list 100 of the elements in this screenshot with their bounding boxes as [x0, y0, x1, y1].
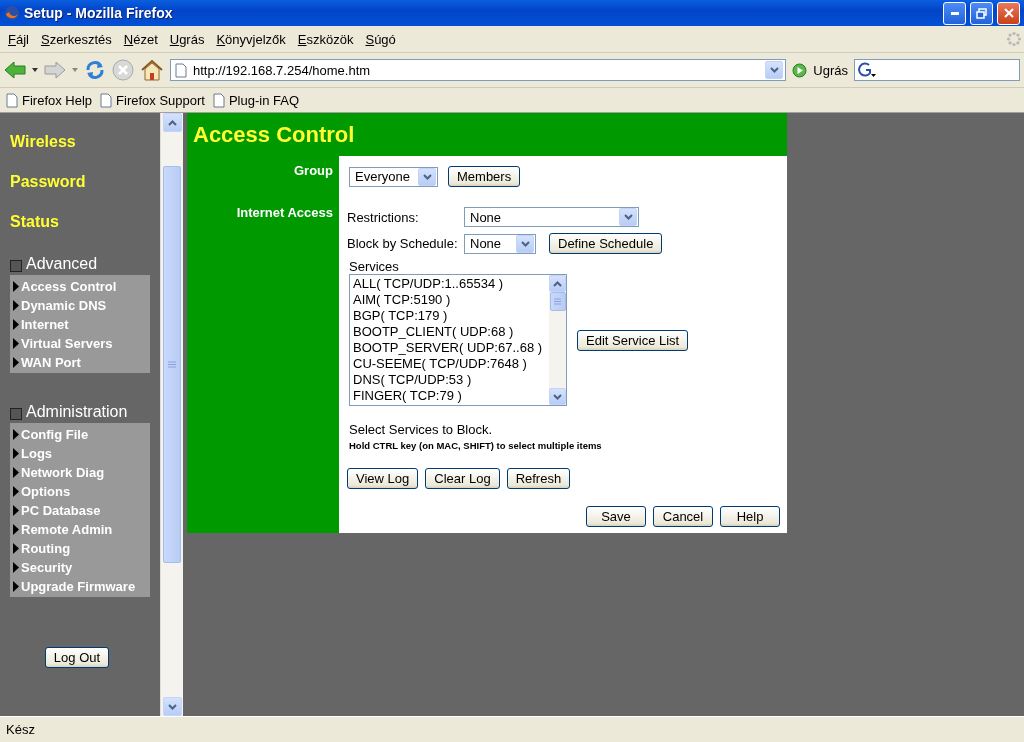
- service-option[interactable]: AIM( TCP:5190 ): [353, 292, 549, 308]
- bookmark-item[interactable]: Plug-in FAQ: [212, 92, 300, 108]
- log-button[interactable]: View Log: [347, 468, 419, 489]
- browser-logo-icon: [4, 5, 20, 21]
- triangle-icon: [13, 300, 19, 311]
- menu-item[interactable]: Könyvjelzők: [210, 31, 292, 47]
- restore-button[interactable]: [970, 1, 993, 25]
- define-schedule-button[interactable]: Define Schedule: [549, 233, 663, 254]
- dropdown-arrow-button[interactable]: [418, 167, 436, 186]
- triangle-icon: [13, 486, 19, 497]
- menu-item[interactable]: Szerkesztés: [34, 31, 118, 47]
- section-title: Administration: [26, 403, 128, 421]
- list-scrollbar[interactable]: [549, 275, 566, 405]
- triangle-icon: [13, 319, 19, 330]
- menu-item[interactable]: Eszközök: [291, 31, 360, 47]
- reload-icon[interactable]: [84, 59, 106, 81]
- dropdown-arrow-button[interactable]: [765, 61, 784, 79]
- service-option[interactable]: BGP( TCP:179 ): [353, 308, 549, 324]
- note-text: Hold CTRL key (on MAC, SHIFT) to select multiple items: [348, 440, 603, 451]
- schedule-select[interactable]: None: [464, 233, 536, 254]
- close-icon: [1003, 8, 1014, 18]
- grip-icon: [554, 298, 561, 305]
- scrollbar-thumb[interactable]: [549, 292, 566, 311]
- triangle-icon: [13, 562, 19, 573]
- page-icon: [6, 92, 18, 108]
- menu-item[interactable]: Fájl: [2, 31, 35, 47]
- minimize-icon: [950, 11, 959, 15]
- go-icon[interactable]: [792, 62, 808, 78]
- service-option[interactable]: ALL( TCP/UDP:1..65534 ): [353, 276, 549, 292]
- triangle-icon: [13, 505, 19, 516]
- status-text: Kész: [6, 722, 35, 737]
- members-button[interactable]: Members: [448, 166, 521, 187]
- service-option[interactable]: CU-SEEME( TCP/UDP:7648 ): [353, 356, 549, 372]
- search-engine-icon: [858, 62, 876, 78]
- caret-icon[interactable]: [32, 68, 38, 72]
- triangle-icon: [13, 467, 19, 478]
- services-listbox[interactable]: ALL( TCP/UDP:1..65534 ) AIM( TCP:5190 ) BGP( TCP:179 ) BOOTP_CLIENT( UDP:68 ) BOOTP_SERVER( UDP:67..68 ) CU-SEEME( TCP/UDP:7648 ) DNS( TCP/UDP:53 ) FINGER( TCP:79 ): [349, 274, 567, 406]
- grip-icon: [168, 361, 176, 368]
- chevron-down-icon: [553, 393, 562, 400]
- hint-text: Select Services to Block.: [348, 422, 494, 437]
- sidebar-link[interactable]: Status: [0, 213, 160, 253]
- chevron-up-icon: [167, 119, 177, 126]
- chevron-down-icon: [167, 703, 177, 710]
- bookmark-item[interactable]: Firefox Help: [6, 92, 93, 108]
- triangle-icon: [13, 281, 19, 292]
- chevron-down-icon: [623, 214, 633, 220]
- scroll-down-button[interactable]: [549, 388, 566, 405]
- minimize-button[interactable]: [943, 1, 966, 25]
- back-arrow-icon[interactable]: [4, 60, 26, 80]
- section-checkbox[interactable]: [10, 259, 22, 272]
- service-option[interactable]: BOOTP_CLIENT( UDP:68 ): [353, 324, 549, 340]
- page-icon: [100, 92, 113, 108]
- schedule-label: Block by Schedule:: [347, 236, 459, 251]
- throbber-icon: [1006, 31, 1022, 47]
- section-title: Advanced: [26, 255, 98, 273]
- field-label: Internet Access: [236, 205, 333, 222]
- triangle-icon: [13, 448, 19, 459]
- group-select[interactable]: Everyone: [349, 166, 438, 187]
- action-button[interactable]: Help: [720, 506, 780, 527]
- service-option[interactable]: DNS( TCP/UDP:53 ): [353, 372, 549, 388]
- scroll-up-button[interactable]: [549, 275, 566, 292]
- scrollbar[interactable]: [160, 113, 183, 716]
- menu-item[interactable]: Súgó: [359, 31, 402, 47]
- section-checkbox[interactable]: [10, 407, 22, 420]
- restrictions-select[interactable]: None: [464, 207, 639, 227]
- menu-item[interactable]: Ugrás: [163, 31, 211, 47]
- address-field[interactable]: http://192.168.7.254/home.htm: [170, 59, 787, 81]
- action-button[interactable]: Save: [586, 506, 646, 527]
- bookmark-item[interactable]: Firefox Support: [100, 92, 205, 108]
- chevron-down-icon: [422, 173, 432, 180]
- restore-icon: [976, 7, 987, 19]
- chevron-down-icon: [769, 67, 779, 73]
- restrictions-label: Restrictions:: [347, 209, 420, 225]
- log-button[interactable]: Refresh: [506, 468, 571, 489]
- page-icon: [175, 62, 187, 78]
- scroll-down-button[interactable]: [162, 697, 182, 716]
- dropdown-arrow-button[interactable]: [516, 234, 534, 253]
- page-icon: [212, 92, 225, 108]
- log-button[interactable]: Clear Log: [425, 468, 500, 489]
- sidebar-link[interactable]: Password: [0, 173, 160, 213]
- home-icon[interactable]: [140, 59, 164, 81]
- menu-item[interactable]: Nézet: [117, 31, 164, 47]
- services-label: Services: [348, 259, 400, 274]
- search-field[interactable]: [854, 59, 1020, 81]
- page-title: Access Control: [187, 113, 787, 156]
- triangle-icon: [13, 338, 19, 349]
- scrollbar-thumb[interactable]: [163, 166, 181, 563]
- chevron-down-icon: [520, 240, 530, 247]
- sidebar-link[interactable]: Wireless: [0, 133, 160, 173]
- service-option[interactable]: FINGER( TCP:79 ): [353, 388, 549, 404]
- edit-service-list-button[interactable]: Edit Service List: [577, 329, 689, 351]
- log-out-button[interactable]: Log Out: [44, 647, 110, 668]
- action-button[interactable]: Cancel: [653, 506, 713, 527]
- triangle-icon: [13, 429, 19, 440]
- go-label[interactable]: Ugrás: [813, 62, 848, 78]
- close-button[interactable]: [997, 1, 1020, 25]
- dropdown-arrow-button[interactable]: [619, 208, 637, 226]
- scroll-up-button[interactable]: [162, 113, 182, 132]
- chevron-up-icon: [553, 280, 562, 287]
- service-option[interactable]: BOOTP_SERVER( UDP:67..68 ): [353, 340, 549, 356]
